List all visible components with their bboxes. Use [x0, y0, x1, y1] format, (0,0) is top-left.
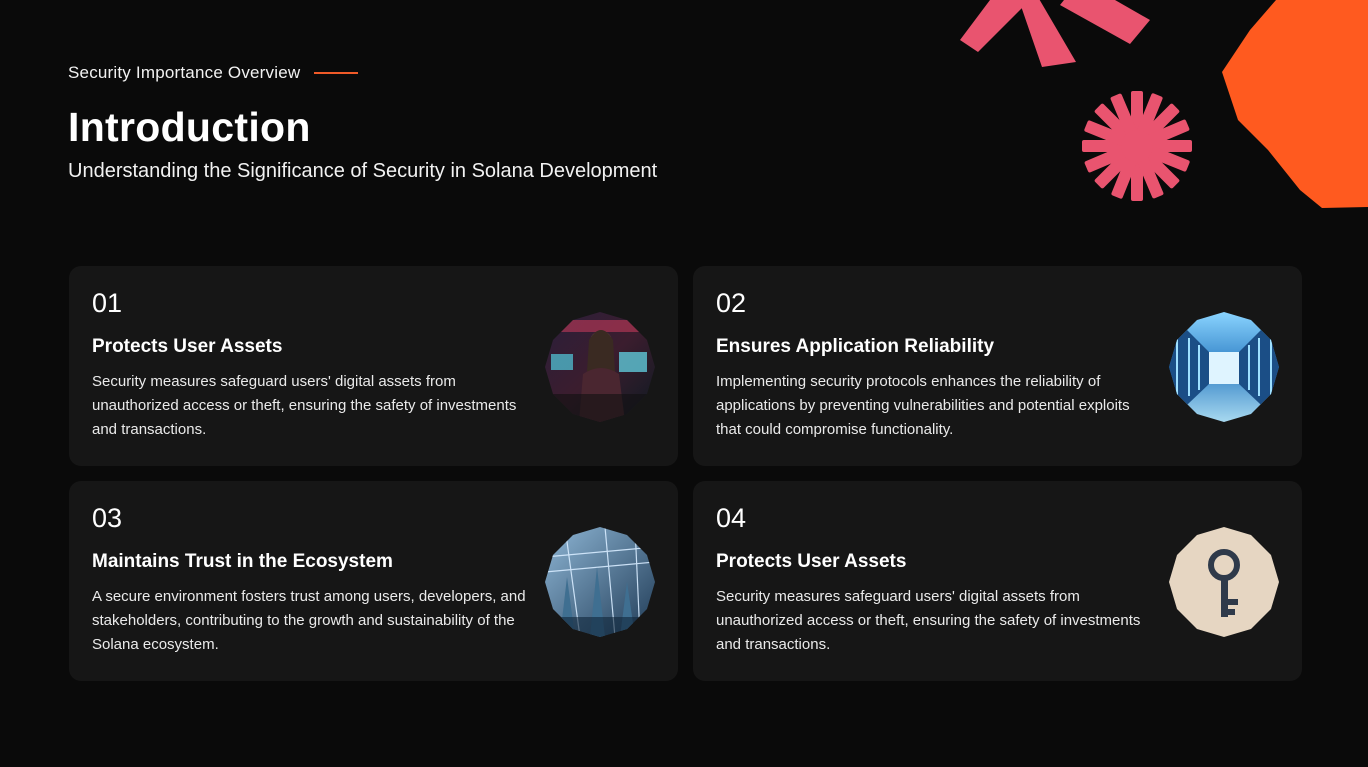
feature-card-4: 04 Protects User Assets Security measure…: [693, 481, 1302, 681]
card-title: Protects User Assets: [92, 336, 283, 357]
card-title: Maintains Trust in the Ecosystem: [92, 551, 393, 572]
card-description: Implementing security protocols enhances…: [716, 373, 1130, 438]
card-number: 04: [716, 503, 747, 533]
person-at-computer-image: [545, 312, 655, 422]
card-number: 02: [716, 288, 747, 318]
eyebrow: Security Importance Overview: [68, 63, 359, 83]
card-title: Protects User Assets: [716, 551, 907, 572]
card-title: Ensures Application Reliability: [716, 336, 995, 357]
network-towers-image: [545, 527, 655, 637]
feature-card-3: 03 Maintains Trust in the Ecosystem A se…: [69, 481, 678, 681]
key-icon-image: [1169, 527, 1279, 637]
small-pink-star-shape: [1082, 91, 1192, 201]
slide: Security Importance Overview Introductio…: [0, 0, 1368, 767]
feature-card-2: 02 Ensures Application Reliability Imple…: [693, 266, 1302, 466]
card-number: 03: [92, 503, 123, 533]
eyebrow-accent-line: [314, 72, 359, 74]
card-description: Security measures safeguard users' digit…: [92, 373, 517, 438]
card-number: 01: [92, 288, 123, 318]
server-corridor-image: [1169, 312, 1279, 422]
orange-blob-shape: [1222, 0, 1368, 208]
card-description: A secure environment fosters trust among…: [92, 588, 526, 653]
large-pink-star-shape: [960, 0, 1150, 67]
page-title: Introduction: [68, 104, 311, 150]
page-subtitle: Understanding the Significance of Securi…: [68, 160, 658, 182]
eyebrow-label: Security Importance Overview: [68, 63, 301, 82]
card-description: Security measures safeguard users' digit…: [716, 588, 1141, 653]
feature-card-1: 01 Protects User Assets Security measure…: [69, 266, 678, 466]
